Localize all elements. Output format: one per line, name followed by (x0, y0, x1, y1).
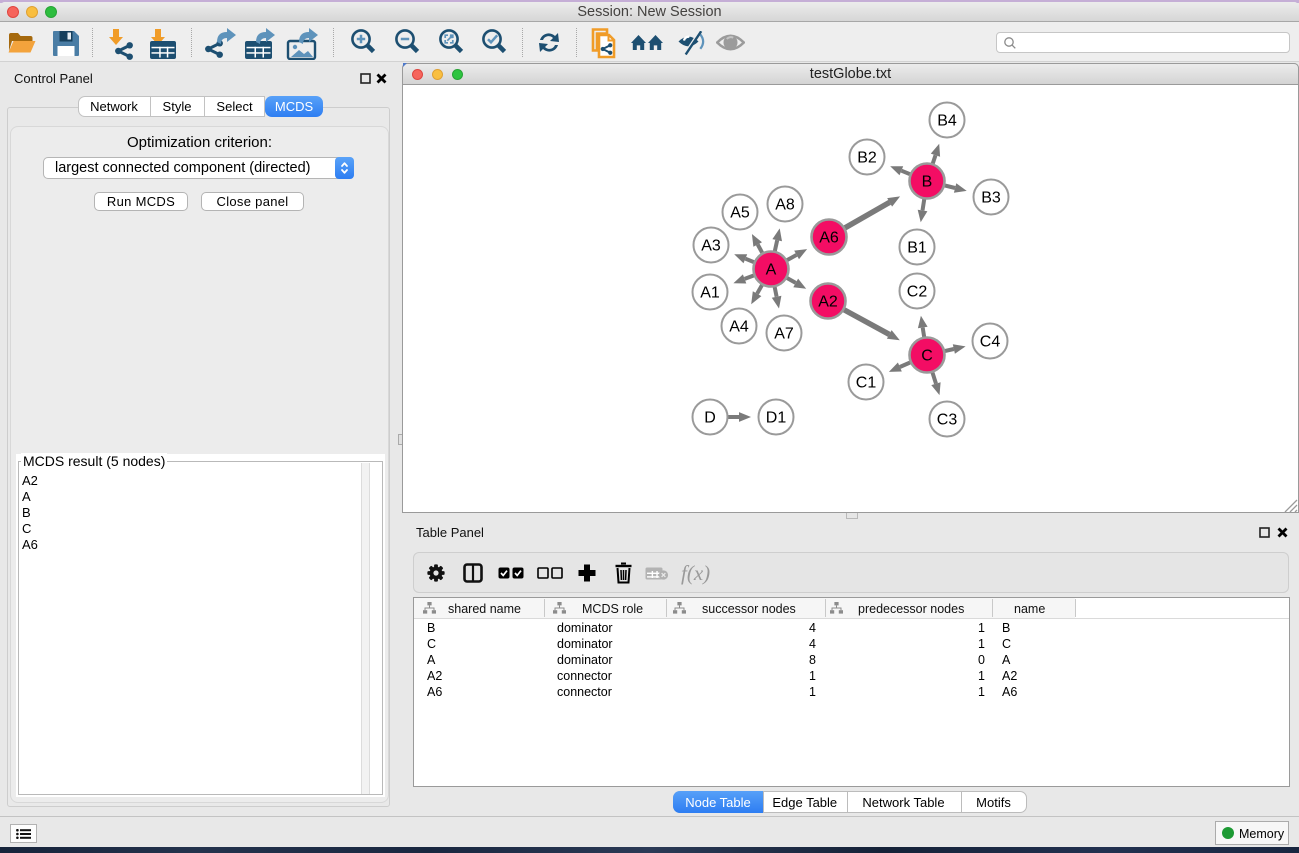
svg-text:A8: A8 (775, 197, 795, 214)
svg-text:C4: C4 (980, 334, 1001, 351)
svg-text:A1: A1 (700, 285, 720, 302)
svg-text:D: D (704, 410, 716, 427)
svg-text:A6: A6 (819, 230, 839, 247)
svg-text:A5: A5 (730, 205, 750, 222)
svg-text:A: A (766, 262, 777, 279)
svg-text:C3: C3 (937, 412, 958, 429)
svg-text:C: C (921, 348, 933, 365)
svg-text:C1: C1 (856, 375, 877, 392)
svg-text:A2: A2 (818, 294, 838, 311)
svg-text:D1: D1 (766, 410, 787, 427)
svg-text:B: B (922, 174, 933, 191)
svg-text:B1: B1 (907, 240, 927, 257)
svg-text:B4: B4 (937, 113, 957, 130)
svg-text:B2: B2 (857, 150, 877, 167)
svg-text:C2: C2 (907, 284, 928, 301)
svg-text:A4: A4 (729, 319, 749, 336)
svg-text:B3: B3 (981, 190, 1001, 207)
svg-text:A3: A3 (701, 238, 721, 255)
svg-text:A7: A7 (774, 326, 794, 343)
